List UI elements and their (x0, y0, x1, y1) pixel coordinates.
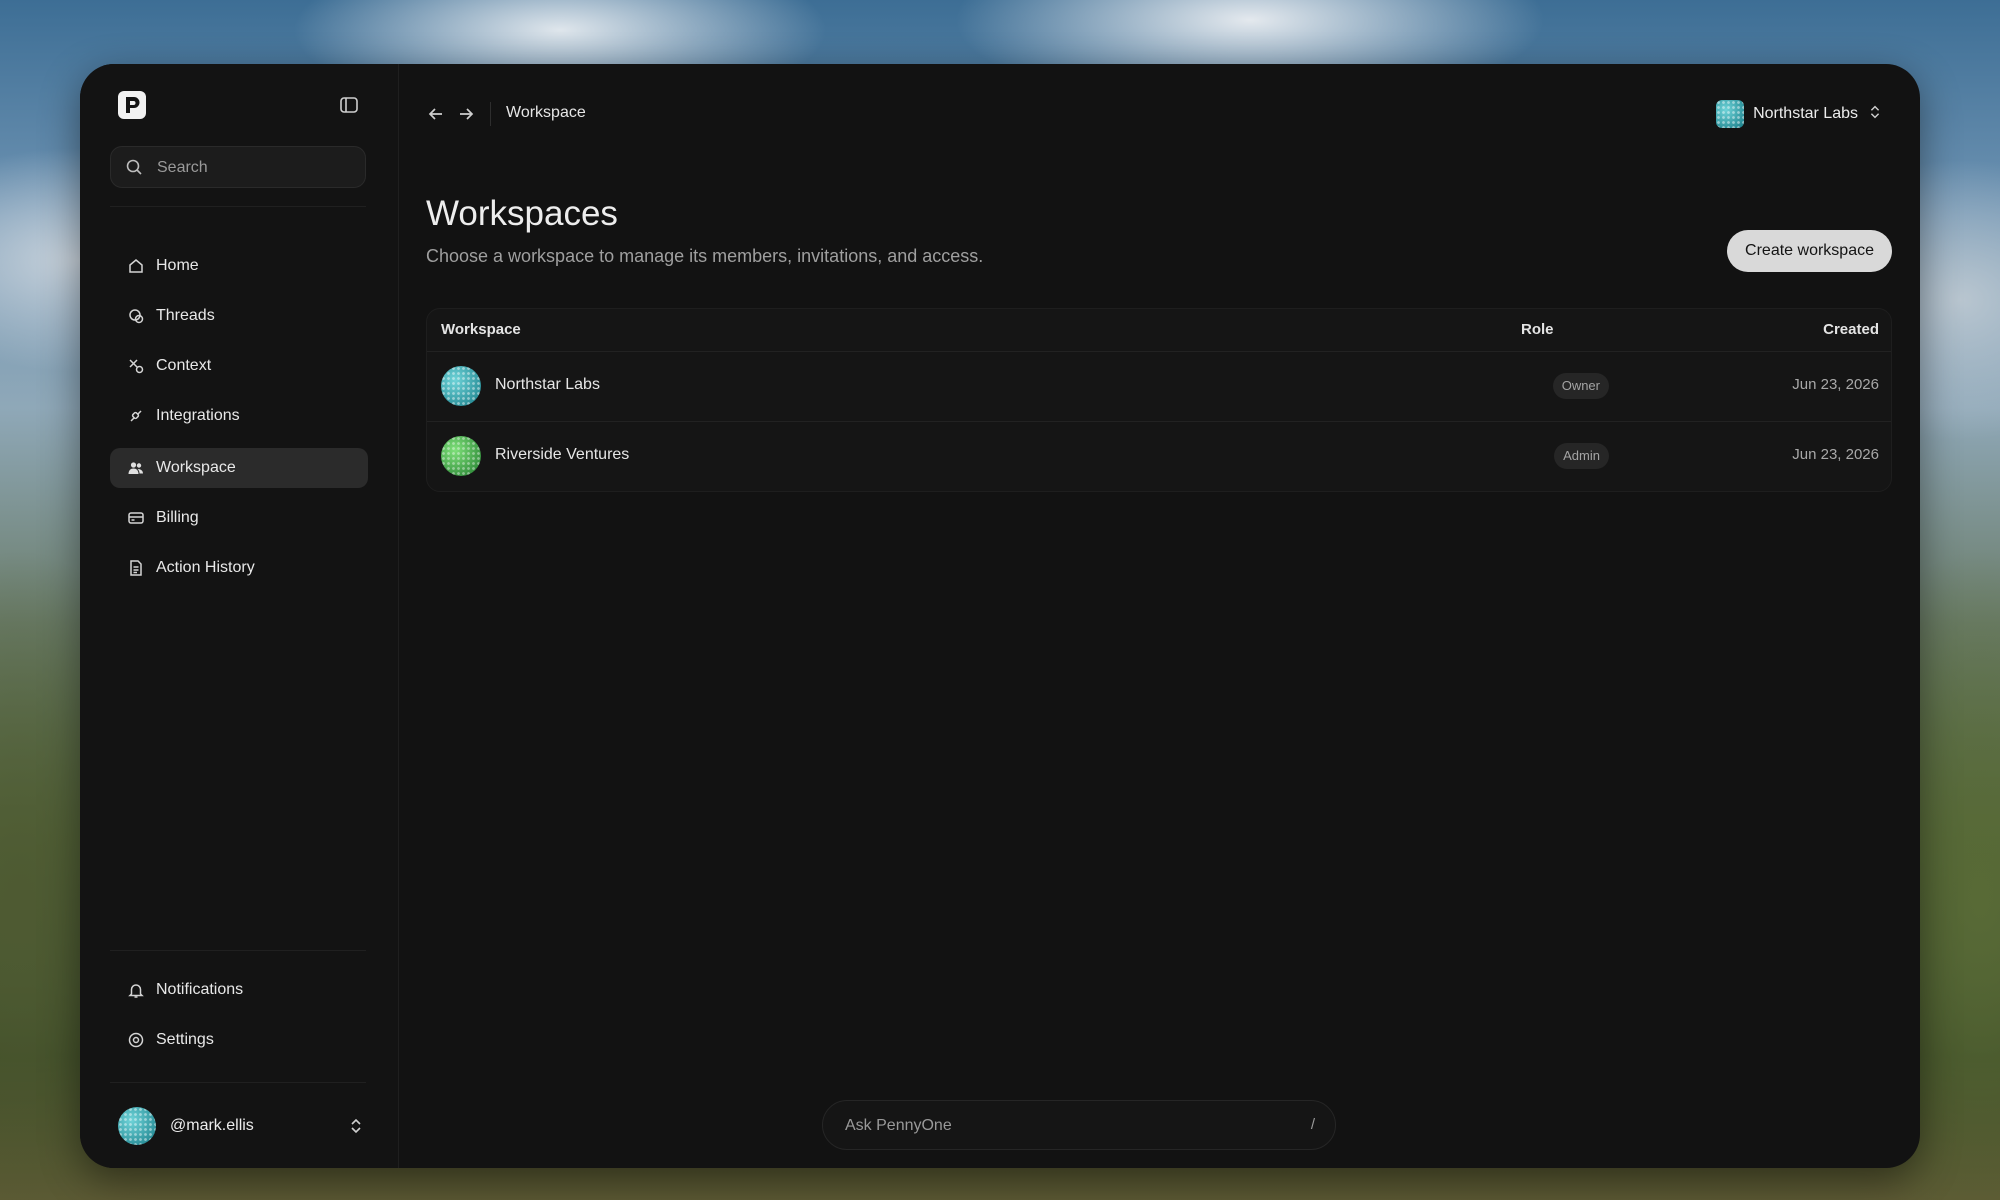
home-icon (126, 256, 146, 276)
gear-icon (126, 1030, 146, 1050)
sidebar-item-integrations[interactable]: Integrations (110, 396, 368, 436)
breadcrumb: Workspace (506, 104, 586, 121)
workspace-name: Riverside Ventures (495, 446, 630, 463)
sidebar-item-label: Settings (156, 1031, 214, 1048)
search-box[interactable] (110, 146, 366, 189)
role-badge: Admin (1554, 443, 1609, 469)
breadcrumb-separator (490, 102, 491, 126)
sidebar-toggle-icon[interactable] (338, 94, 360, 116)
column-header-workspace: Workspace (441, 321, 521, 338)
sidebar: Home Threads Context Integrations Worksp… (80, 64, 399, 1168)
user-menu[interactable]: @mark.ellis (118, 1106, 366, 1146)
sidebar-item-workspace[interactable]: Workspace (110, 448, 368, 488)
table-row[interactable]: Northstar Labs Owner Jun 23, 2026 (427, 351, 1891, 422)
back-arrow-icon[interactable] (426, 104, 446, 129)
ask-input[interactable] (843, 1101, 1287, 1151)
workspace-avatar (1716, 100, 1745, 128)
divider (110, 950, 366, 951)
workspace-table: Workspace Role Created Northstar Labs Ow… (426, 308, 1892, 492)
sidebar-item-settings[interactable]: Settings (110, 1020, 368, 1060)
threads-icon (126, 306, 146, 326)
created-date: Jun 23, 2026 (1792, 376, 1879, 393)
sidebar-item-home[interactable]: Home (110, 246, 368, 286)
sidebar-item-label: Billing (156, 509, 199, 526)
divider (110, 206, 366, 207)
sidebar-item-label: Action History (156, 559, 255, 576)
page-title: Workspaces (426, 194, 618, 233)
app-window: Home Threads Context Integrations Worksp… (80, 64, 1920, 1168)
sidebar-item-notifications[interactable]: Notifications (110, 970, 368, 1010)
bell-icon (126, 980, 146, 1000)
sidebar-item-billing[interactable]: Billing (110, 498, 368, 538)
sidebar-item-label: Home (156, 257, 199, 274)
table-row[interactable]: Riverside Ventures Admin Jun 23, 2026 (427, 421, 1891, 491)
search-icon (126, 159, 142, 175)
workspace-switcher-label: Northstar Labs (1753, 105, 1858, 122)
ask-bar[interactable]: / (822, 1100, 1336, 1151)
workspace-name: Northstar Labs (495, 376, 600, 393)
divider (110, 1082, 366, 1083)
main-content: Workspace Northstar Labs Workspaces Choo… (398, 64, 1920, 1168)
sidebar-item-label: Context (156, 357, 212, 374)
table-header: Workspace Role Created (427, 309, 1891, 352)
sidebar-item-context[interactable]: Context (110, 346, 368, 386)
integrations-icon (126, 406, 146, 426)
shortcut-hint: / (1310, 1116, 1315, 1133)
avatar (118, 1107, 156, 1145)
sidebar-item-threads[interactable]: Threads (110, 296, 368, 336)
created-date: Jun 23, 2026 (1792, 446, 1879, 463)
sidebar-item-label: Threads (156, 307, 215, 324)
page-subtitle: Choose a workspace to manage its members… (426, 246, 984, 266)
chevron-updown-icon (346, 1116, 366, 1141)
column-header-created: Created (1823, 321, 1879, 338)
credit-card-icon (126, 508, 146, 528)
sidebar-item-label: Integrations (156, 407, 240, 424)
workspace-avatar (441, 366, 481, 406)
document-icon (126, 558, 146, 578)
sidebar-item-action-history[interactable]: Action History (110, 548, 368, 588)
search-input[interactable] (155, 147, 359, 189)
create-workspace-button[interactable]: Create workspace (1727, 230, 1892, 272)
forward-arrow-icon[interactable] (456, 104, 476, 129)
user-handle: @mark.ellis (170, 1117, 254, 1134)
context-icon (126, 356, 146, 376)
workspace-avatar (441, 436, 481, 476)
role-badge: Owner (1552, 373, 1609, 399)
users-icon (126, 458, 146, 478)
sidebar-item-label: Notifications (156, 981, 244, 998)
app-logo[interactable] (118, 91, 146, 119)
sidebar-item-label: Workspace (156, 459, 236, 476)
chevron-updown-icon (1866, 103, 1884, 126)
column-header-role: Role (1521, 321, 1554, 338)
workspace-switcher[interactable]: Northstar Labs (1716, 98, 1884, 130)
